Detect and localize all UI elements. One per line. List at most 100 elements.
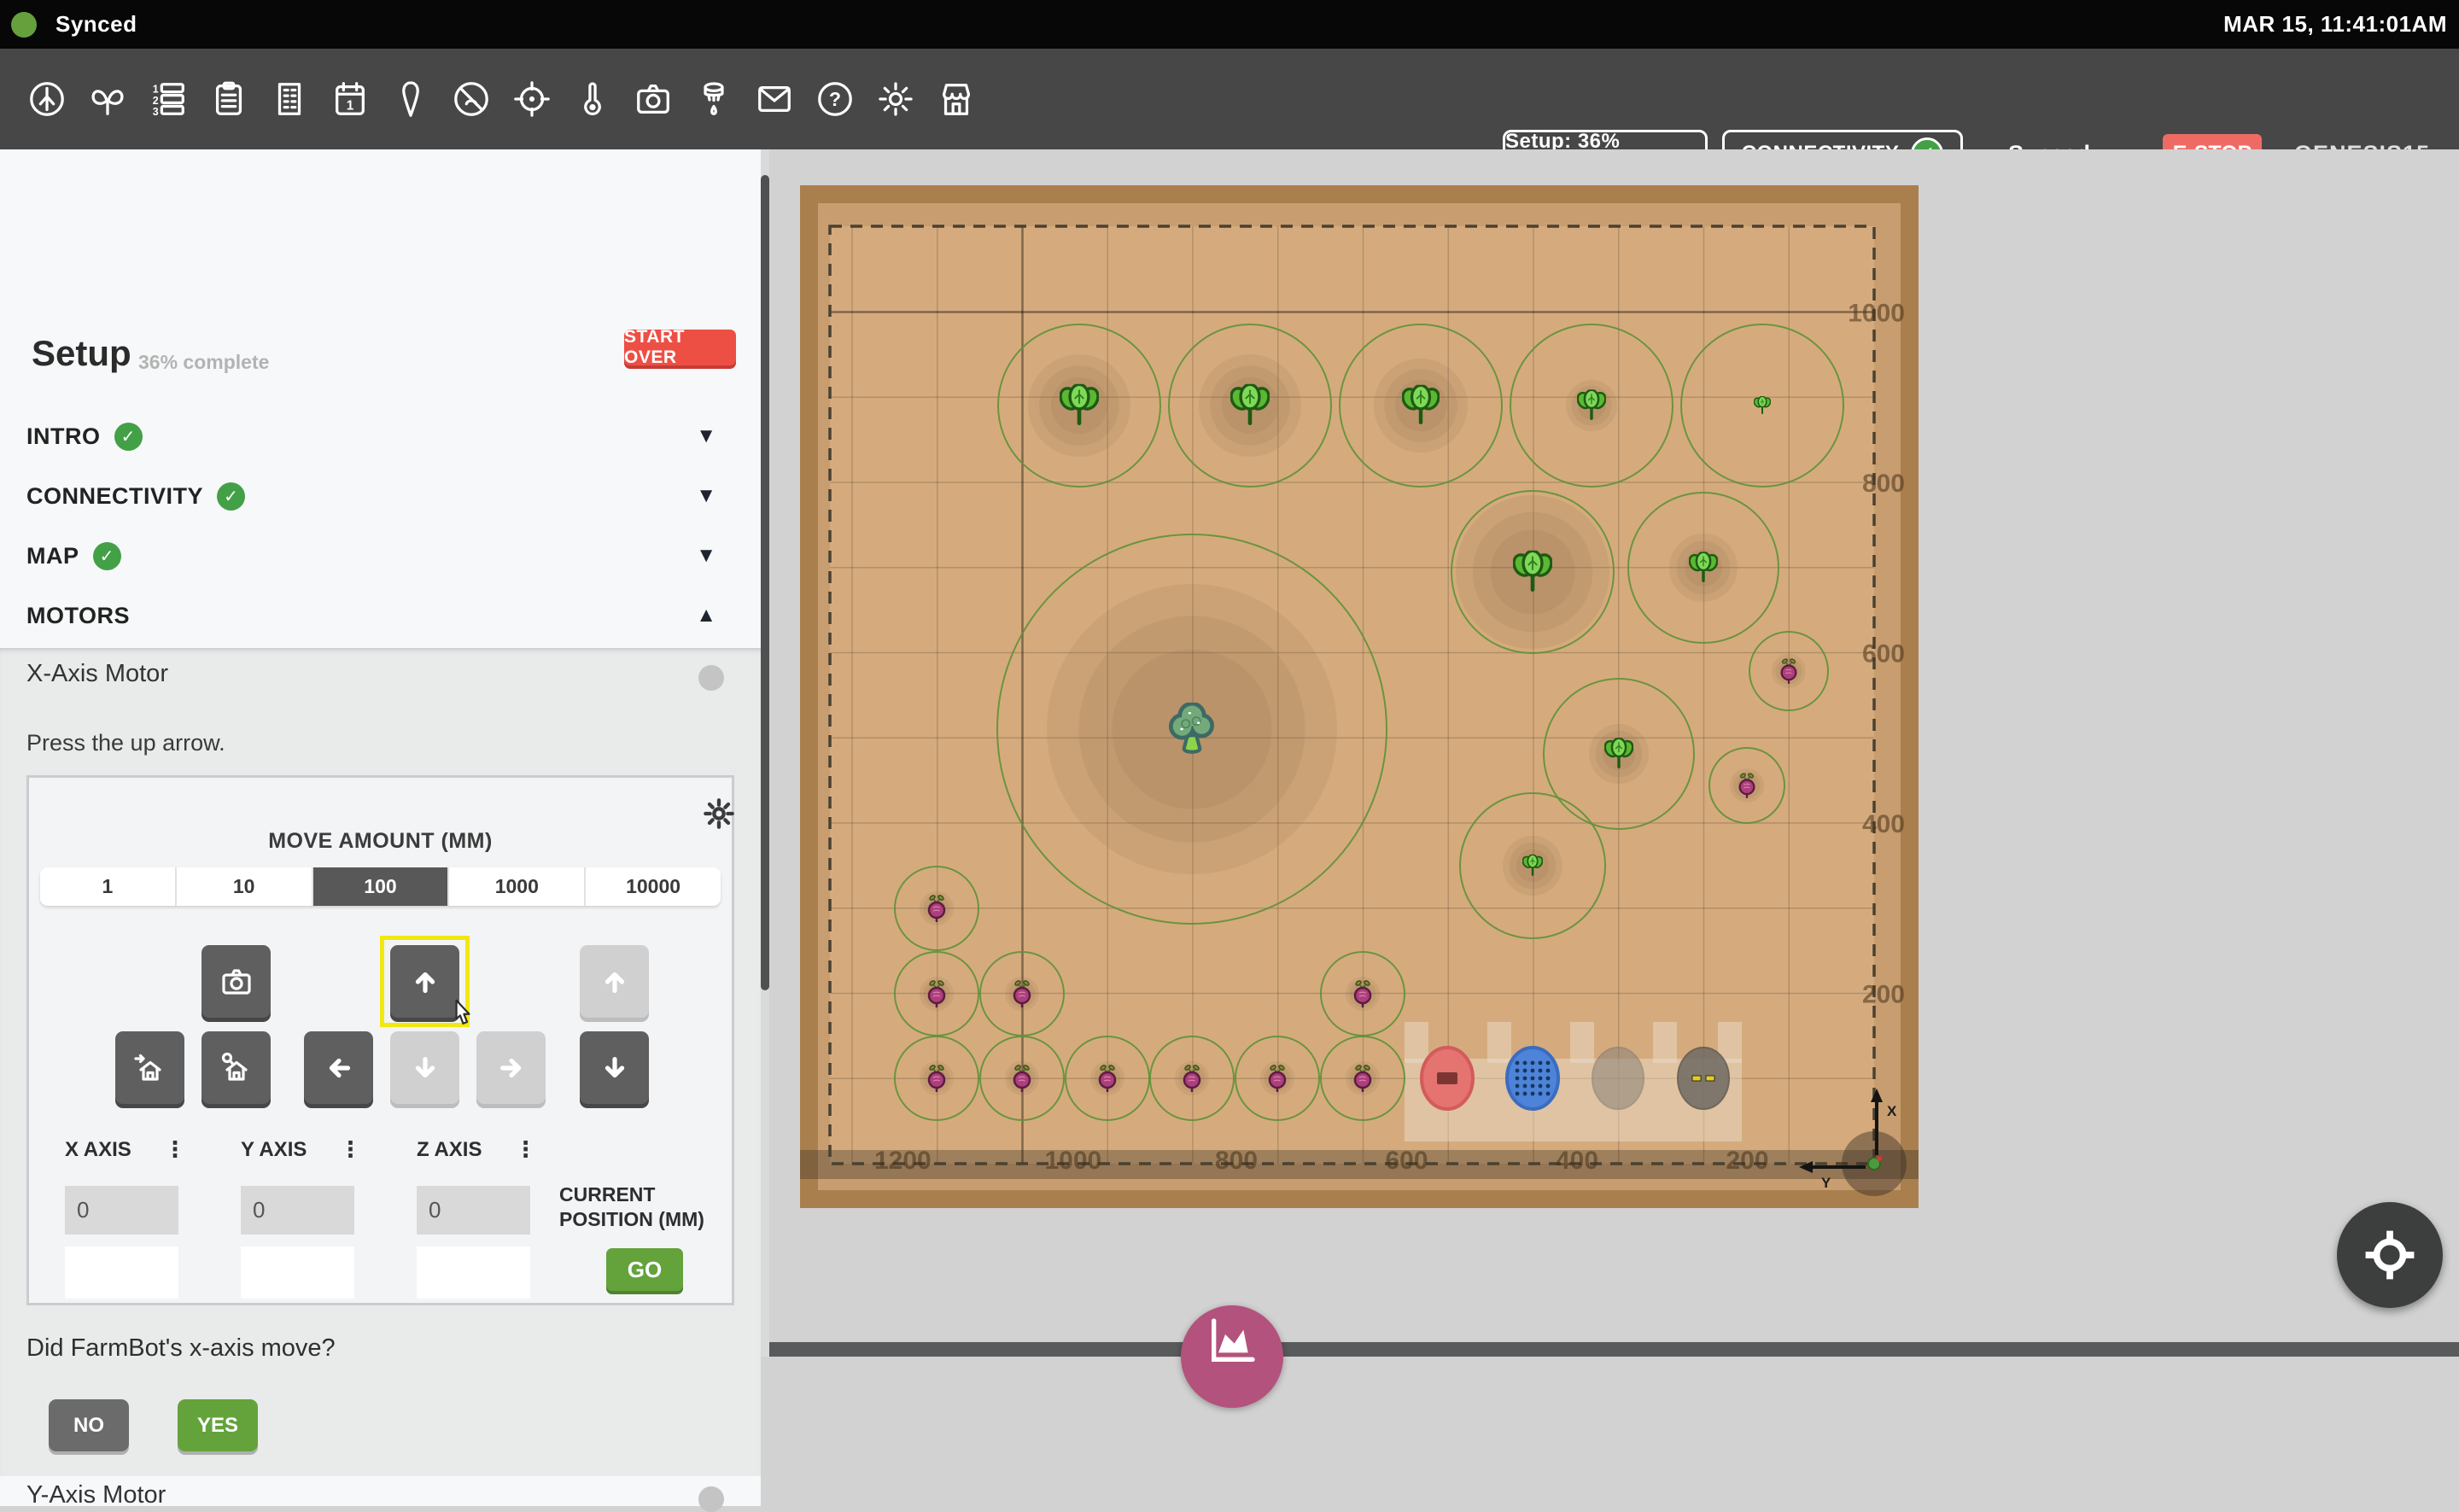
answer-yes-button[interactable]: YES — [178, 1399, 258, 1451]
wizard-section-label: CONNECTIVITY — [26, 483, 203, 510]
move-down-button[interactable] — [390, 1031, 459, 1104]
sequences-icon[interactable]: 123 — [149, 79, 188, 119]
tool-slot-empty[interactable] — [1592, 1048, 1644, 1109]
move-amount-1000[interactable]: 1000 — [449, 867, 586, 906]
camera-icon — [219, 965, 254, 999]
svg-text:1: 1 — [153, 83, 159, 95]
toolbay-post — [1405, 1022, 1428, 1063]
go-button[interactable]: GO — [606, 1248, 683, 1291]
weeds-icon[interactable] — [452, 79, 491, 119]
seed-bin-dot — [1516, 1084, 1520, 1089]
sensors-icon[interactable] — [573, 79, 612, 119]
wizard-progress-label: 36% complete — [138, 351, 269, 374]
panel-scrollbar-thumb[interactable] — [761, 175, 769, 990]
wizard-section-connectivity[interactable]: CONNECTIVITY ✓ ▼ — [0, 466, 761, 526]
arrow-up-icon — [409, 966, 441, 998]
move-amount-selector: 110100100010000 — [40, 867, 721, 906]
points-icon[interactable] — [391, 79, 430, 119]
soil-sensor-pad — [1692, 1076, 1701, 1081]
axis-current-position: 0 — [241, 1186, 354, 1235]
chevron-down-icon: ▼ — [696, 484, 716, 508]
tracking-icon[interactable] — [512, 79, 552, 119]
move-amount-1[interactable]: 1 — [40, 867, 177, 906]
step-question: Did FarmBot's x-axis move? — [26, 1334, 336, 1363]
move-amount-10[interactable]: 10 — [177, 867, 313, 906]
seeder-slot — [1437, 1072, 1457, 1084]
chevron-down-icon: ▼ — [696, 544, 716, 568]
mouse-cursor-icon — [447, 998, 476, 1030]
take-photo-button[interactable] — [202, 945, 271, 1018]
shop-icon[interactable] — [937, 79, 976, 119]
section-complete-check-icon: ✓ — [217, 482, 245, 511]
step-instruction: Press the up arrow. — [26, 730, 225, 756]
garden-map-area: 120010008006004002001000800600400200XY — [769, 149, 2459, 1357]
events-icon[interactable]: 1 — [330, 79, 370, 119]
move-z-down-button[interactable] — [580, 1031, 649, 1104]
kebab-menu-icon[interactable]: ⋮ — [514, 1136, 536, 1163]
wizard-section-motors[interactable]: MOTORS▲ — [0, 586, 761, 645]
move-controls-card: MOVE AMOUNT (MM) 110100100010000 — [26, 775, 734, 1305]
map-x-axis-label: 1000 — [1045, 1147, 1102, 1175]
arrow-down-icon — [409, 1052, 441, 1084]
help-icon[interactable]: ? — [815, 79, 855, 119]
regimens-icon[interactable] — [209, 79, 248, 119]
bed-soil — [830, 226, 1874, 1164]
axis-target-input[interactable] — [65, 1246, 178, 1299]
seed-bin-dot — [1523, 1084, 1527, 1089]
svg-text:1: 1 — [347, 98, 354, 113]
step-title: X-Axis Motor — [26, 660, 168, 688]
seed-bin-dot — [1546, 1077, 1551, 1081]
map-y-axis-label: 1000 — [1848, 300, 1905, 328]
move-left-button[interactable] — [304, 1031, 373, 1104]
origin-x-label: X — [1887, 1103, 1897, 1119]
toolbay-post — [1653, 1022, 1677, 1063]
kebab-menu-icon[interactable]: ⋮ — [164, 1136, 186, 1163]
gear-icon[interactable] — [702, 797, 736, 831]
map-y-axis-label: 800 — [1862, 470, 1905, 498]
seed-bin-dot — [1516, 1069, 1520, 1073]
move-amount-100[interactable]: 100 — [313, 867, 450, 906]
photos-icon[interactable] — [634, 79, 673, 119]
farmware-icon[interactable] — [270, 79, 309, 119]
groups-icon[interactable] — [88, 79, 127, 119]
garden-map[interactable]: 120010008006004002001000800600400200XY — [800, 185, 1919, 1208]
settings-icon[interactable] — [876, 79, 915, 119]
find-home-button[interactable] — [202, 1031, 271, 1104]
plants-icon[interactable] — [27, 79, 67, 119]
section-complete-check-icon: ✓ — [93, 542, 121, 570]
arrow-left-icon — [323, 1052, 355, 1084]
axis-column-x: X AXIS⋮0 — [65, 1136, 193, 1163]
kebab-menu-icon[interactable]: ⋮ — [339, 1136, 361, 1163]
move-right-button[interactable] — [476, 1031, 546, 1104]
tool-soil-sensor[interactable] — [1678, 1048, 1729, 1109]
move-z-up-button[interactable] — [580, 945, 649, 1018]
seed-bin-dot — [1523, 1061, 1527, 1065]
wizard-section-map[interactable]: MAP✓▼ — [0, 526, 761, 586]
map-y-axis-label: 400 — [1862, 810, 1905, 838]
messages-icon[interactable] — [755, 79, 794, 119]
toolbay-post — [1487, 1022, 1511, 1063]
answer-no-button[interactable]: NO — [49, 1399, 129, 1451]
step-status-indicator — [698, 665, 724, 691]
axis-target-input[interactable] — [417, 1246, 530, 1299]
axis-label: Z AXIS⋮ — [417, 1136, 545, 1163]
seed-bin-dot — [1523, 1092, 1527, 1096]
axis-label: X AXIS⋮ — [65, 1136, 193, 1163]
seed-bin-dot — [1531, 1092, 1535, 1096]
move-mode-fab-button[interactable] — [2337, 1202, 2443, 1308]
move-amount-10000[interactable]: 10000 — [586, 867, 721, 906]
go-home-button[interactable] — [115, 1031, 184, 1104]
next-step-row[interactable]: Y-Axis Motor — [0, 1476, 761, 1506]
map-x-axis-label: 1200 — [874, 1147, 932, 1175]
seed-bin-dot — [1516, 1092, 1520, 1096]
seed-bin-dot — [1523, 1077, 1527, 1081]
tools-icon[interactable] — [694, 79, 733, 119]
axis-current-position: 0 — [417, 1186, 530, 1235]
seed-bin-dot — [1546, 1092, 1551, 1096]
axis-target-input[interactable] — [241, 1246, 354, 1299]
wizard-section-intro[interactable]: INTRO✓▼ — [0, 406, 761, 466]
charts-fab-button[interactable] — [1181, 1305, 1283, 1408]
current-position-label: CURRENT POSITION (MM) — [559, 1182, 730, 1233]
start-over-button[interactable]: START OVER — [624, 330, 736, 365]
seed-bin-dot — [1539, 1077, 1543, 1081]
